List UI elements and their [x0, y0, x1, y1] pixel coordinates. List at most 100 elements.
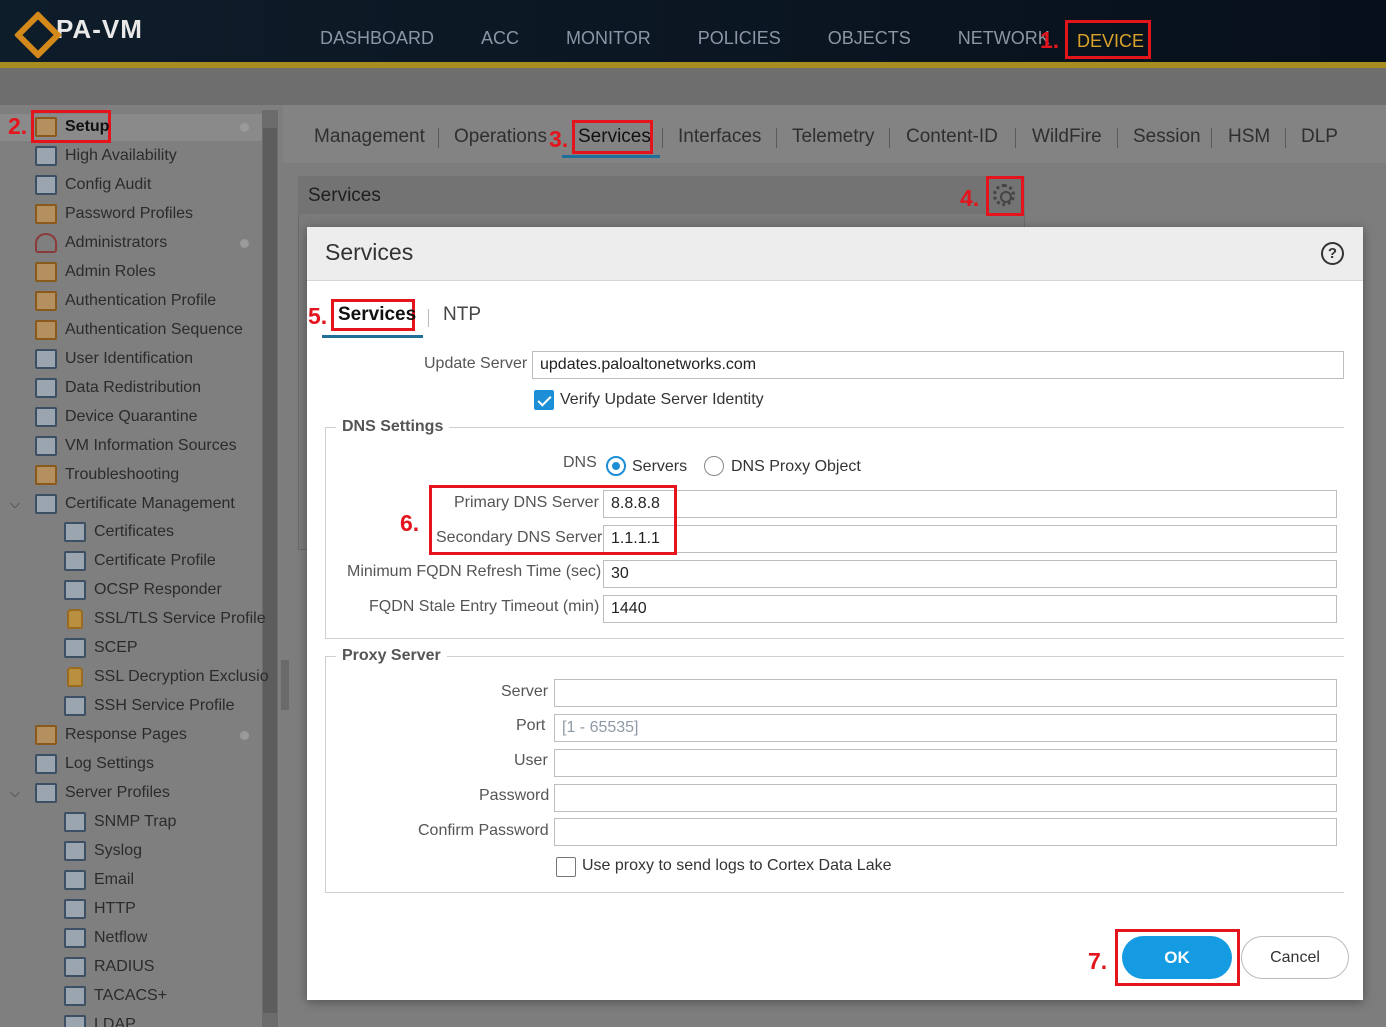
admin-roles-icon — [35, 262, 57, 282]
tab-dlp[interactable]: DLP — [1301, 126, 1338, 148]
tab-operations[interactable]: Operations — [454, 126, 547, 148]
ok-button[interactable]: OK — [1122, 936, 1232, 979]
tab-separator — [776, 128, 777, 148]
dialog-tab-services[interactable]: Services — [338, 304, 416, 326]
sidebar-item-ssl-tls-service-profile[interactable]: SSL/TLS Service Profile — [64, 606, 266, 632]
collapse-handle[interactable] — [281, 660, 289, 710]
nav-objects[interactable]: OBJECTS — [828, 28, 911, 49]
sidebar-item-tacacs[interactable]: TACACS+ — [64, 983, 167, 1009]
sidebar-item-troubleshooting[interactable]: Troubleshooting — [35, 462, 179, 488]
sidebar-item-http[interactable]: HTTP — [64, 896, 136, 922]
sidebar-item-label: TACACS+ — [94, 987, 168, 1004]
sidebar-item-syslog[interactable]: Syslog — [64, 838, 142, 864]
dialog-header: Services ? — [307, 227, 1363, 281]
nav-policies[interactable]: POLICIES — [698, 28, 781, 49]
verify-identity-checkbox[interactable] — [534, 390, 554, 410]
tab-hsm[interactable]: HSM — [1228, 126, 1270, 148]
sidebar-item-email[interactable]: Email — [64, 867, 134, 893]
cortex-proxy-checkbox[interactable] — [556, 857, 576, 877]
nav-network[interactable]: NETWORK — [958, 28, 1050, 49]
tab-services[interactable]: Services — [578, 126, 651, 148]
services-panel-title: Services — [308, 185, 381, 206]
proxy-server-label: Server — [501, 683, 549, 700]
nav-dashboard[interactable]: DASHBOARD — [320, 28, 434, 49]
dns-servers-radio[interactable] — [606, 456, 626, 476]
sidebar-item-label: SNMP Trap — [94, 813, 177, 830]
tab-wildfire[interactable]: WildFire — [1032, 126, 1102, 148]
proxy-server-input[interactable] — [554, 679, 1337, 707]
sidebar-item-ocsp-responder[interactable]: OCSP Responder — [64, 577, 222, 603]
dialog-tab-separator — [428, 309, 429, 327]
sidebar-item-ssl-decryption-exclusion[interactable]: SSL Decryption Exclusio — [64, 664, 269, 690]
sidebar-item-label: LDAP — [94, 1016, 136, 1027]
proxy-confirm-password-label: Confirm Password — [418, 822, 549, 839]
sidebar-item-authentication-profile[interactable]: Authentication Profile — [35, 288, 216, 314]
tab-separator — [438, 128, 439, 148]
secondary-dns-input[interactable] — [603, 525, 1337, 553]
sidebar-item-netflow[interactable]: Netflow — [64, 925, 147, 951]
sidebar-item-server-profiles[interactable]: Server Profiles — [35, 780, 170, 806]
sidebar-item-password-profiles[interactable]: Password Profiles — [35, 201, 193, 227]
fqdn-refresh-input[interactable] — [603, 560, 1337, 588]
email-icon — [64, 870, 86, 890]
tab-management[interactable]: Management — [314, 126, 425, 148]
sidebar-item-ldap[interactable]: LDAP — [64, 1012, 136, 1027]
proxy-password-input[interactable] — [554, 784, 1337, 812]
sidebar-item-high-availability[interactable]: High Availability — [35, 143, 177, 169]
sidebar-item-user-identification[interactable]: User Identification — [35, 346, 193, 372]
nav-device[interactable]: DEVICE — [1065, 20, 1151, 59]
primary-dns-input[interactable] — [603, 490, 1337, 518]
sidebar-scroll-thumb[interactable] — [263, 128, 277, 1013]
nav-monitor[interactable]: MONITOR — [566, 28, 651, 49]
help-icon[interactable]: ? — [1321, 242, 1344, 265]
sidebar-item-scep[interactable]: SCEP — [64, 635, 138, 661]
proxy-port-input[interactable] — [554, 714, 1337, 742]
sidebar-item-label: Response Pages — [65, 726, 187, 743]
sidebar-item-setup[interactable]: Setup — [35, 114, 109, 140]
sidebar-item-config-audit[interactable]: Config Audit — [35, 172, 151, 198]
proxy-user-input[interactable] — [554, 749, 1337, 777]
tab-session[interactable]: Session — [1133, 126, 1201, 148]
ldap-icon — [64, 1015, 86, 1027]
dialog-tab-ntp[interactable]: NTP — [443, 304, 481, 326]
tab-separator — [889, 128, 890, 148]
sidebar-item-authentication-sequence[interactable]: Authentication Sequence — [35, 317, 243, 343]
nav-acc[interactable]: ACC — [481, 28, 519, 49]
chevron-down-icon[interactable]: ⌵ — [10, 496, 20, 512]
cancel-button[interactable]: Cancel — [1241, 936, 1349, 979]
snmp-trap-icon — [64, 812, 86, 832]
sidebar-item-response-pages[interactable]: Response Pages — [35, 722, 187, 748]
sidebar-item-label: SCEP — [94, 639, 138, 656]
sidebar-item-vm-information-sources[interactable]: VM Information Sources — [35, 433, 237, 459]
sidebar-item-log-settings[interactable]: Log Settings — [35, 751, 154, 777]
dns-label: DNS — [563, 454, 597, 471]
tab-content-id[interactable]: Content-ID — [906, 126, 998, 148]
gear-icon[interactable] — [993, 184, 1015, 206]
tab-telemetry[interactable]: Telemetry — [792, 126, 874, 148]
sidebar-item-label: OCSP Responder — [94, 581, 222, 598]
sidebar-item-radius[interactable]: RADIUS — [64, 954, 154, 980]
dns-proxy-radio[interactable] — [704, 456, 724, 476]
logo-text: PA-VM — [56, 14, 143, 44]
update-server-input[interactable] — [532, 351, 1344, 379]
sidebar-item-data-redistribution[interactable]: Data Redistribution — [35, 375, 201, 401]
proxy-password-label: Password — [479, 787, 550, 804]
tacacs-icon — [64, 986, 86, 1006]
annotation-4: 4. — [960, 185, 980, 211]
sidebar-item-label: Authentication Sequence — [65, 321, 243, 338]
sidebar-item-snmp-trap[interactable]: SNMP Trap — [64, 809, 176, 835]
config-audit-icon — [35, 175, 57, 195]
sidebar-item-certificate-profile[interactable]: Certificate Profile — [64, 548, 216, 574]
sidebar-item-admin-roles[interactable]: Admin Roles — [35, 259, 156, 285]
chevron-down-icon[interactable]: ⌵ — [10, 785, 20, 801]
sidebar-item-ssh-service-profile[interactable]: SSH Service Profile — [64, 693, 235, 719]
proxy-confirm-password-input[interactable] — [554, 818, 1337, 846]
dialog-title: Services — [325, 239, 414, 265]
update-server-label: Update Server — [424, 355, 528, 372]
sidebar-item-device-quarantine[interactable]: Device Quarantine — [35, 404, 198, 430]
sidebar-item-certificate-management[interactable]: Certificate Management — [35, 491, 235, 517]
fqdn-stale-input[interactable] — [603, 595, 1337, 623]
tab-interfaces[interactable]: Interfaces — [678, 126, 761, 148]
sidebar-item-certificates[interactable]: Certificates — [64, 519, 174, 545]
sidebar-item-administrators[interactable]: Administrators — [35, 230, 167, 256]
